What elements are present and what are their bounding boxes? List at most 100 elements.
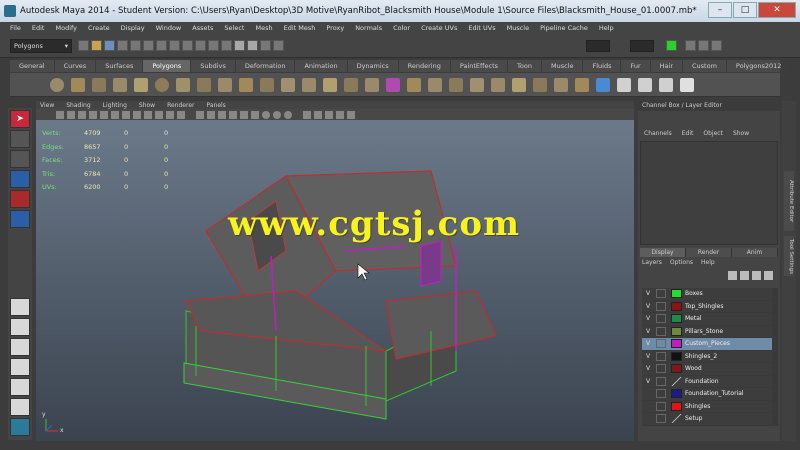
show-hide-modeling-toolkit-icon[interactable]: [666, 40, 677, 51]
menu-edit[interactable]: Edit: [32, 24, 45, 32]
paint-select-icon[interactable]: [10, 150, 30, 168]
layer-color-swatch[interactable]: [671, 364, 682, 374]
scale-tool-icon[interactable]: [10, 210, 30, 228]
toggle-attribute-editor-icon[interactable]: [685, 40, 696, 51]
outliner-layout-icon[interactable]: [10, 398, 30, 416]
menu-normals[interactable]: Normals: [355, 24, 382, 32]
new-scene-icon[interactable]: [78, 40, 89, 51]
poly-helix-icon[interactable]: [239, 77, 253, 92]
layer-display-type-toggle[interactable]: [656, 326, 666, 336]
layer-display-type-toggle[interactable]: [656, 289, 666, 299]
layer-color-swatch[interactable]: [671, 401, 682, 411]
persp-graph-layout-icon[interactable]: [10, 358, 30, 376]
layer-menu-layers[interactable]: Layers: [642, 259, 662, 266]
side-tab-tool-settings[interactable]: Tool Settings: [784, 236, 794, 276]
layer-display-type-toggle[interactable]: [656, 364, 666, 374]
poly-prism-icon[interactable]: [176, 77, 190, 92]
menu-help[interactable]: Help: [599, 24, 614, 32]
tab-anim-layers[interactable]: Anim: [732, 248, 778, 257]
layer-row[interactable]: Setup: [642, 413, 776, 426]
move-layer-down-icon[interactable]: [740, 271, 749, 280]
layer-visibility-toggle[interactable]: V: [642, 290, 654, 297]
fill-hole-icon[interactable]: [575, 77, 589, 92]
poly-plane-icon[interactable]: [134, 77, 148, 92]
tab-hair[interactable]: Hair: [651, 60, 684, 72]
offset-edge-loop-icon[interactable]: [491, 77, 505, 92]
snap-plane-icon[interactable]: [208, 40, 219, 51]
layer-row[interactable]: V Shingles_2: [642, 350, 776, 363]
menu-edit-uvs[interactable]: Edit UVs: [468, 24, 495, 32]
layer-display-type-toggle[interactable]: [656, 351, 666, 361]
layer-color-swatch[interactable]: [671, 301, 682, 311]
input-field-2[interactable]: [630, 39, 654, 52]
tab-fluids[interactable]: Fluids: [583, 60, 622, 72]
menu-mesh[interactable]: Mesh: [255, 24, 272, 32]
layer-color-swatch[interactable]: [671, 376, 682, 386]
layer-color-swatch[interactable]: [671, 314, 682, 324]
tab-render-layers[interactable]: Render: [686, 248, 732, 257]
menu-create[interactable]: Create: [88, 24, 110, 32]
poly-soccer-ball-icon[interactable]: [260, 77, 274, 92]
layer-menu-options[interactable]: Options: [670, 259, 693, 266]
four-view-layout-icon[interactable]: [10, 318, 30, 336]
menu-color[interactable]: Color: [393, 24, 410, 32]
snap-grid-icon[interactable]: [169, 40, 180, 51]
tab-custom[interactable]: Custom: [683, 60, 727, 72]
select-tool-icon[interactable]: ➤: [10, 110, 30, 128]
merge-icon[interactable]: [533, 77, 547, 92]
combine-icon[interactable]: [281, 77, 295, 92]
tab-deformation[interactable]: Deformation: [236, 60, 296, 72]
minimize-button[interactable]: –: [708, 2, 732, 18]
save-scene-icon[interactable]: [104, 40, 115, 51]
tab-animation[interactable]: Animation: [295, 60, 348, 72]
toggle-channel-box-icon[interactable]: [711, 40, 722, 51]
menu-select[interactable]: Select: [224, 24, 244, 32]
spherical-mapping-icon[interactable]: [638, 77, 652, 92]
layer-display-type-toggle[interactable]: [656, 389, 666, 399]
layer-visibility-toggle[interactable]: V: [642, 353, 654, 360]
menu-edit-mesh[interactable]: Edit Mesh: [284, 24, 316, 32]
lasso-tool-icon[interactable]: [10, 130, 30, 148]
render-settings-icon[interactable]: [260, 40, 271, 51]
layer-display-type-toggle[interactable]: [656, 414, 666, 424]
planar-mapping-icon[interactable]: [596, 77, 610, 92]
tab-general[interactable]: General: [10, 60, 55, 72]
blacksmith-house-model[interactable]: [36, 101, 634, 441]
layer-row[interactable]: Foundation_Tutorial: [642, 388, 776, 401]
tab-curves[interactable]: Curves: [55, 60, 97, 72]
select-hierarchy-icon[interactable]: [117, 40, 128, 51]
layer-display-type-toggle[interactable]: [656, 314, 666, 324]
tab-painteffects[interactable]: PaintEffects: [451, 60, 509, 72]
hypershade-icon[interactable]: [273, 40, 284, 51]
layer-display-type-toggle[interactable]: [656, 301, 666, 311]
tab-rendering[interactable]: Rendering: [399, 60, 451, 72]
automatic-mapping-icon[interactable]: [659, 77, 673, 92]
layer-row[interactable]: V Top_Shingles: [642, 300, 776, 313]
menu-muscle[interactable]: Muscle: [507, 24, 530, 32]
layer-color-swatch[interactable]: [671, 326, 682, 336]
poly-cube-icon[interactable]: [71, 77, 85, 92]
insert-edge-loop-icon[interactable]: [470, 77, 484, 92]
menu-set-dropdown[interactable]: Polygons ▾: [10, 38, 72, 53]
tab-dynamics[interactable]: Dynamics: [348, 60, 399, 72]
layer-visibility-toggle[interactable]: V: [642, 315, 654, 322]
rotate-tool-icon[interactable]: [10, 190, 30, 208]
separate-icon[interactable]: [302, 77, 316, 92]
menu-file[interactable]: File: [10, 24, 21, 32]
tab-fur[interactable]: Fur: [621, 60, 651, 72]
tab-polygons2012[interactable]: Polygons2012: [727, 60, 792, 72]
channel-menu-edit[interactable]: Edit: [682, 130, 694, 137]
layer-menu-help[interactable]: Help: [701, 259, 715, 266]
toggle-tool-settings-icon[interactable]: [698, 40, 709, 51]
channel-menu-object[interactable]: Object: [703, 130, 723, 137]
cylindrical-mapping-icon[interactable]: [617, 77, 631, 92]
menu-assets[interactable]: Assets: [192, 24, 213, 32]
new-empty-layer-icon[interactable]: [752, 271, 761, 280]
pick-mask-icon[interactable]: [156, 40, 167, 51]
tab-surfaces[interactable]: Surfaces: [96, 60, 144, 72]
layer-display-type-toggle[interactable]: [656, 376, 666, 386]
poly-cone-icon[interactable]: [113, 77, 127, 92]
snap-point-icon[interactable]: [195, 40, 206, 51]
new-layer-from-selection-icon[interactable]: [764, 271, 773, 280]
channel-menu-channels[interactable]: Channels: [644, 130, 672, 137]
